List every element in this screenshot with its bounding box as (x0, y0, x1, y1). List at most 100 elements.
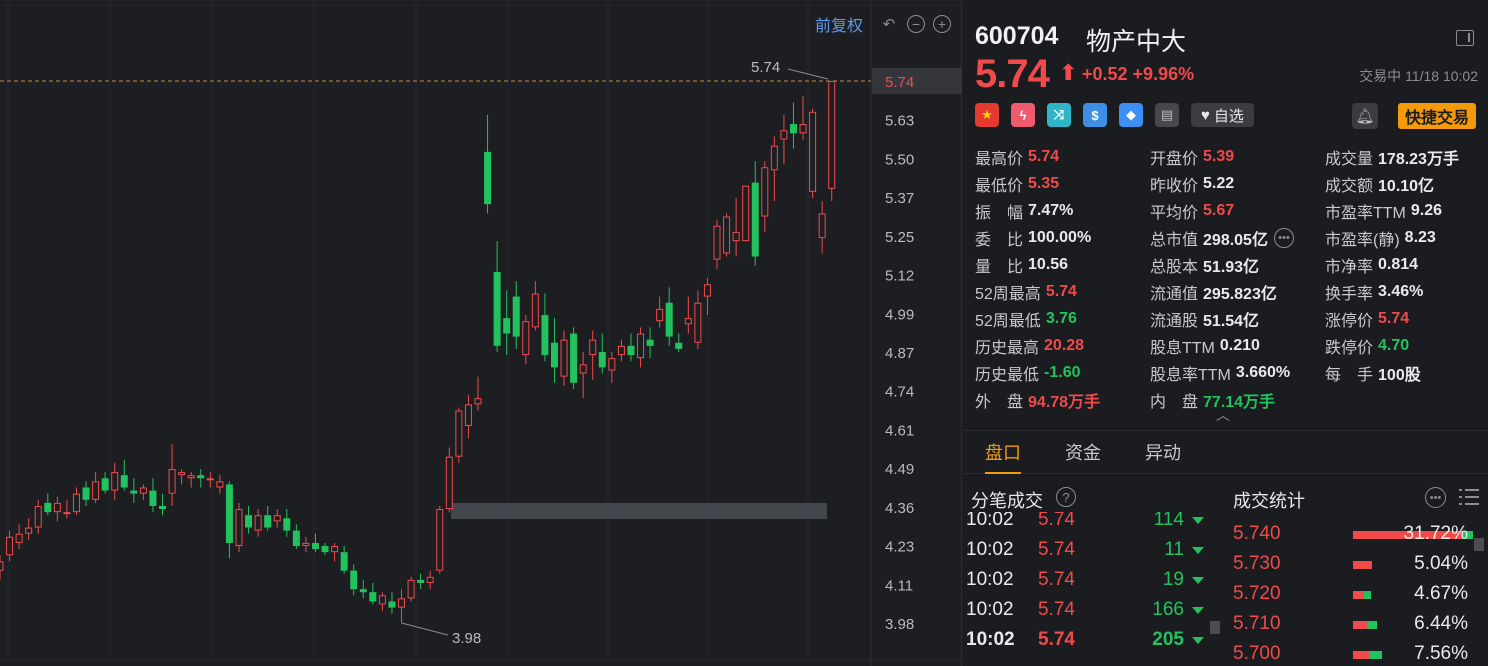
candle (178, 469, 186, 485)
stat-row: 52周最低 3.76 流通股 51.54亿 涨停价 5.74 (975, 305, 1485, 332)
panel-layout-icon[interactable] (1456, 30, 1474, 46)
candle (579, 352, 587, 399)
stat-cell: 内 盘 77.14万手 (1150, 388, 1325, 412)
candle-body (732, 231, 740, 242)
stat-label: 市盈率(静) (1325, 231, 1400, 249)
candle (723, 213, 731, 257)
candle-body (331, 546, 339, 553)
candle-body (340, 552, 348, 571)
adjust-mode-link[interactable]: 前复权 (815, 12, 863, 36)
tab-movements[interactable]: 异动 (1145, 430, 1181, 474)
stat-label: 昨收价 (1150, 177, 1199, 195)
stat-cell: 市净率 0.814 (1325, 253, 1485, 277)
stat-cell: 开盘价 5.39 (1150, 145, 1325, 169)
stat-value: 5.67 (1203, 201, 1235, 219)
candle-body (464, 404, 472, 426)
quick-trade-button[interactable]: 快捷交易 (1397, 103, 1476, 129)
ticks-title: 分笔成交 (971, 491, 1043, 511)
zoom-in-icon[interactable]: + (933, 15, 951, 33)
margin-bolt-icon[interactable]: ϟ (1011, 103, 1035, 127)
connect-shuffle-icon[interactable]: ⤨ (1047, 103, 1071, 127)
candle-body (0, 561, 4, 571)
volume-distribution-list[interactable]: 5.740 31.72% 5.730 5.04% 5.720 4.67% 5.710 6.44… (1225, 512, 1488, 666)
tab-funds[interactable]: 资金 (1065, 430, 1101, 474)
candle (283, 509, 291, 537)
y-tick-label: 4.23 (885, 539, 914, 556)
stat-value: 4.70 (1378, 336, 1410, 354)
high-annotation-label: 5.74 (751, 59, 780, 76)
candle-body (751, 182, 759, 257)
tick-time: 10:02 (966, 599, 1014, 620)
candle (417, 573, 425, 590)
current-price-axis-label: 5.74 (885, 74, 914, 91)
stat-value: 77.14万手 (1203, 393, 1276, 411)
candle (570, 327, 578, 389)
candle (464, 395, 472, 439)
help-icon[interactable]: ? (1056, 487, 1076, 507)
stat-label: 换手率 (1325, 285, 1374, 303)
dollar-icon[interactable]: $ (1083, 103, 1107, 127)
stat-value: 5.74 (1045, 282, 1077, 300)
dist-scrollbar[interactable] (1474, 538, 1484, 551)
candle-body (493, 271, 501, 346)
candle (407, 576, 415, 602)
stat-cell: 委 比 100.00% (975, 226, 1150, 250)
tick-price: 5.74 (1038, 512, 1075, 530)
candle-body (359, 589, 367, 593)
candle-body (503, 318, 511, 334)
tab-orderbook[interactable]: 盘口 (985, 430, 1021, 474)
kline-chart[interactable]: 5.74 5.63 5.50 5.37 5.25 5.12 4.99 4.87 4.74 4.61… (0, 0, 962, 666)
sell-bar (1364, 591, 1371, 599)
collapse-caret-icon[interactable]: ︿ (1216, 405, 1230, 425)
buy-bar (1353, 621, 1367, 629)
candle-body (799, 124, 807, 134)
stat-row: 最高价 5.74 开盘价 5.39 成交量 178.23万手 (975, 143, 1485, 170)
candle-body (426, 576, 434, 583)
candle-body (484, 151, 492, 205)
favorite-button[interactable]: ♥ 自选 (1191, 103, 1254, 127)
zoom-out-icon[interactable]: − (907, 15, 925, 33)
candle (474, 376, 482, 411)
candle (92, 472, 100, 503)
candle (369, 582, 377, 605)
down-arrow-icon (1192, 546, 1204, 554)
tag-icon[interactable]: ◆ (1119, 103, 1143, 127)
stat-value: 100股 (1378, 366, 1421, 384)
kline-chart-panel[interactable]: 5.74 5.63 5.50 5.37 5.25 5.12 4.99 4.87 4.74 4.61… (0, 0, 962, 666)
china-flag-icon[interactable]: ★ (975, 103, 999, 127)
stat-label: 最高价 (975, 150, 1024, 168)
ticks-list[interactable]: 10:02 5.74 114 10:02 5.74 11 10:02 5.74 19 10:02 5… (963, 512, 1225, 666)
candle-body (809, 111, 817, 192)
ticks-scrollbar[interactable] (1210, 621, 1220, 634)
list-icon[interactable] (1459, 488, 1479, 506)
stat-label: 内 盘 (1150, 393, 1199, 411)
candle (780, 114, 788, 165)
notebook-icon[interactable]: ▤ (1155, 103, 1179, 127)
candle (168, 444, 176, 506)
stat-value: 0.210 (1219, 336, 1260, 354)
candle-body (149, 490, 157, 506)
stat-value: 3.76 (1045, 309, 1077, 327)
tick-vol: 11 (1164, 539, 1184, 560)
stat-value: 298.05亿 (1203, 231, 1268, 249)
market-cap-more-icon[interactable]: ••• (1273, 227, 1294, 248)
y-tick-label: 5.50 (885, 151, 914, 168)
candle (25, 518, 33, 540)
stat-label: 跌停价 (1325, 339, 1374, 357)
candle (130, 478, 138, 503)
candle-body (598, 352, 606, 368)
more-icon[interactable]: ••• (1425, 487, 1446, 508)
dist-row: 5.740 31.72% (1233, 519, 1483, 549)
dist-percent: 7.56% (1414, 643, 1468, 664)
candle-body (178, 472, 186, 476)
bell-icon[interactable]: 🔔︎ (1352, 103, 1378, 129)
undo-icon[interactable]: ↶ (879, 14, 899, 34)
tick-row: 10:02 5.74 114 (966, 512, 1206, 535)
dist-bar (1353, 591, 1371, 599)
candle (340, 546, 348, 574)
down-arrow-icon (1192, 516, 1204, 524)
stat-label: 最低价 (975, 177, 1024, 195)
tick-vol: 205 (1152, 629, 1184, 650)
stat-value: 5.74 (1378, 309, 1410, 327)
candle-body (436, 509, 444, 571)
